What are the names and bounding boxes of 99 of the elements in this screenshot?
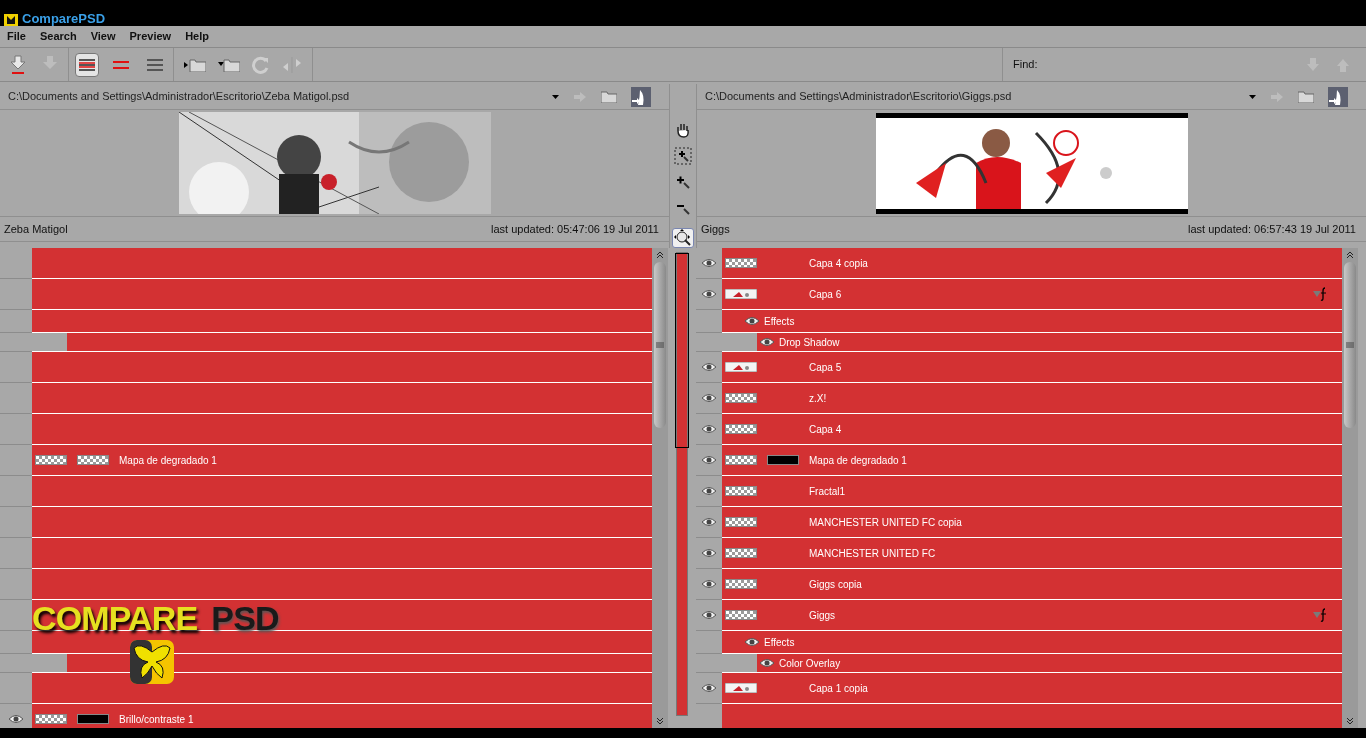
layer-row[interactable]: Fractal1 — [722, 476, 1342, 507]
layer-row[interactable]: MANCHESTER UNITED FC copia — [722, 507, 1342, 538]
menu-item[interactable]: Help — [185, 28, 209, 45]
eye-icon[interactable] — [701, 362, 717, 372]
eye-icon[interactable] — [701, 393, 717, 403]
layer-name: Capa 5 — [809, 360, 842, 375]
app-logo-icon — [4, 14, 18, 26]
folder-icon[interactable] — [218, 57, 240, 72]
layer-row[interactable]: Capa 4 copia — [722, 248, 1342, 279]
menu-item[interactable]: File — [7, 28, 26, 45]
menu-item[interactable]: View — [90, 28, 116, 45]
layer-name: Mapa de degradado 1 — [119, 453, 217, 468]
layer-row[interactable]: Capa 6 — [722, 279, 1342, 310]
layer-name: Mapa de degradado 1 — [809, 453, 907, 468]
scroll-down-icon[interactable] — [656, 717, 664, 725]
layer-row[interactable]: Effects — [722, 631, 1342, 654]
load-file-icon[interactable] — [1328, 86, 1348, 107]
hand-icon — [675, 122, 691, 138]
last-updated: last updated: 05:47:06 19 Jul 2011 — [491, 221, 659, 237]
scroll-thumb[interactable] — [654, 262, 666, 428]
layer-row[interactable]: Drop Shadow — [722, 333, 1342, 352]
eye-icon[interactable] — [701, 455, 717, 465]
layer-name: Capa 6 — [809, 287, 842, 302]
layer-row[interactable]: Color Overlay — [722, 654, 1342, 673]
layer-name: z.X! — [809, 391, 827, 406]
grip-icon — [656, 342, 664, 348]
layer-row[interactable]: Capa 1 copia — [722, 673, 1342, 704]
layer-name: Capa 1 copia — [809, 681, 868, 696]
layer-row[interactable]: Capa 5 — [722, 352, 1342, 383]
butterfly-icon — [130, 640, 174, 684]
eye-icon[interactable] — [701, 258, 717, 268]
document-name: Giggs — [701, 221, 730, 237]
eye-icon[interactable] — [701, 289, 717, 299]
layer-name: Drop Shadow — [779, 335, 840, 350]
eye-icon[interactable] — [744, 637, 760, 647]
window-title: ComparePSD — [22, 12, 106, 26]
layer-row[interactable]: Mapa de degradado 1 — [32, 445, 652, 476]
eye-icon[interactable] — [701, 517, 717, 527]
lines-icon — [78, 56, 96, 73]
scroll-down-icon[interactable] — [1346, 717, 1354, 725]
scroll-thumb[interactable] — [1344, 262, 1356, 428]
tool-button[interactable] — [672, 228, 694, 248]
eye-icon[interactable] — [8, 714, 24, 724]
layer-name: Effects — [764, 635, 795, 650]
eye-icon[interactable] — [701, 683, 717, 693]
layer-row[interactable] — [32, 600, 652, 631]
layer-row[interactable]: MANCHESTER UNITED FC — [722, 538, 1342, 569]
layer-row[interactable]: z.X! — [722, 383, 1342, 414]
layer-name: Giggs copia — [809, 577, 862, 592]
layer-name: MANCHESTER UNITED FC copia — [809, 515, 962, 530]
zoom-in-icon — [675, 174, 691, 190]
layer-name: MANCHESTER UNITED FC — [809, 546, 936, 561]
layer-row[interactable]: Mapa de degradado 1 — [722, 445, 1342, 476]
layer-row[interactable]: Capa 4 — [722, 414, 1342, 445]
eye-icon[interactable] — [744, 316, 760, 326]
zoom-select-icon — [674, 147, 692, 165]
file-path: C:\Documents and Settings\Administrador\Escritorio\Giggs.psd — [705, 89, 1012, 105]
last-updated: last updated: 06:57:43 19 Jul 2011 — [1188, 221, 1356, 237]
scroll-up-icon[interactable] — [1346, 251, 1354, 259]
zoom-fit-icon — [674, 229, 692, 247]
layer-row[interactable] — [32, 654, 652, 673]
caret-icon[interactable] — [552, 94, 559, 99]
layer-row[interactable] — [32, 631, 652, 654]
scroll-up-icon[interactable] — [656, 251, 664, 259]
layer-row[interactable]: Effects — [722, 310, 1342, 333]
layer-row[interactable]: Brillo/contraste 1 — [32, 704, 652, 728]
eye-icon[interactable] — [759, 658, 775, 668]
layer-name: Giggs — [809, 608, 836, 623]
file-path: C:\Documents and Settings\Administrador\Escritorio\Zeba Matigol.psd — [8, 89, 350, 105]
grip-icon — [1346, 342, 1354, 348]
overview-viewport[interactable] — [675, 253, 689, 448]
scrollbar[interactable] — [1342, 248, 1358, 728]
layer-name: Fractal1 — [809, 484, 846, 499]
layer-row[interactable]: Giggs copia — [722, 569, 1342, 600]
layer-name: Capa 4 copia — [809, 256, 868, 271]
eye-icon[interactable] — [701, 610, 717, 620]
eye-icon[interactable] — [701, 579, 717, 589]
layer-name: Brillo/contraste 1 — [119, 712, 194, 727]
next-difference-icon[interactable] — [10, 54, 26, 75]
eye-icon[interactable] — [759, 337, 775, 347]
layer-name: Color Overlay — [779, 656, 841, 671]
eye-icon[interactable] — [701, 548, 717, 558]
view-mode-button[interactable] — [75, 52, 99, 77]
scrollbar[interactable] — [652, 248, 668, 728]
logo-text: COMPARE PSD — [32, 598, 279, 638]
eye-icon[interactable] — [701, 424, 717, 434]
caret-icon[interactable] — [1249, 94, 1256, 99]
tool-button[interactable] — [672, 146, 694, 166]
menu-item[interactable]: Search — [39, 28, 77, 45]
layer-name: Effects — [764, 314, 795, 329]
document-name: Zeba Matigol — [4, 221, 68, 237]
layer-row[interactable]: Giggs — [722, 600, 1342, 631]
load-file-icon[interactable] — [631, 86, 651, 107]
folder-icon[interactable] — [184, 57, 206, 72]
lines-icon — [146, 56, 164, 73]
eye-icon[interactable] — [701, 486, 717, 496]
menu-item[interactable]: Preview — [129, 28, 172, 45]
layer-name: Capa 4 — [809, 422, 842, 437]
find-label: Find: — [1013, 57, 1038, 73]
